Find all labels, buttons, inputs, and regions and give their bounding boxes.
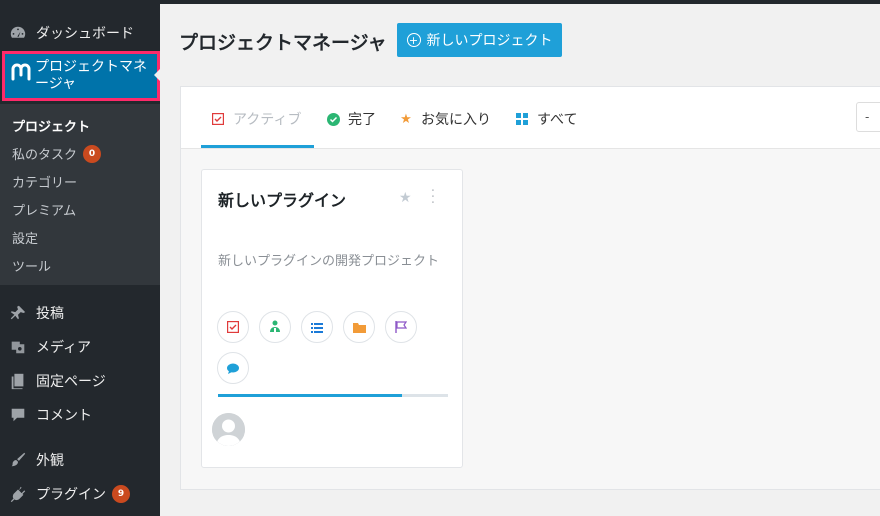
- avatar[interactable]: [212, 413, 245, 446]
- paintbrush-icon: [0, 451, 36, 469]
- admin-sidebar: ダッシュボード プロジェクトマネージャ プロジェクト 私のタスク 0 カテゴリー …: [0, 0, 160, 516]
- task-list-icon: [226, 318, 240, 337]
- project-title[interactable]: 新しいプラグイン: [218, 187, 346, 211]
- page-title: プロジェクトマネージャ: [179, 32, 387, 54]
- tab-active[interactable]: アクティブ: [211, 109, 301, 129]
- grid-icon: [515, 112, 529, 126]
- my-tasks-count-badge: 0: [83, 144, 102, 163]
- submenu-label: 設定: [12, 232, 39, 247]
- list-button[interactable]: [301, 311, 333, 343]
- checkbox-icon: [211, 112, 225, 126]
- project-progress-bar: [218, 394, 448, 397]
- sidebar-item-label: 固定ページ: [36, 374, 106, 390]
- sidebar-item-media[interactable]: メディア: [0, 334, 160, 360]
- discussion-icon: [227, 359, 239, 378]
- submenu-label: ツール: [12, 260, 52, 275]
- submenu-item-categories[interactable]: カテゴリー: [12, 172, 77, 191]
- milestones-button[interactable]: [385, 311, 417, 343]
- submenu-item-my-tasks[interactable]: 私のタスク 0: [12, 144, 102, 163]
- sidebar-item-label: メディア: [36, 340, 92, 356]
- tab-label: すべて: [537, 112, 578, 128]
- pages-icon: [0, 372, 36, 390]
- users-icon: [269, 318, 281, 337]
- submenu-item-premium[interactable]: プレミアム: [12, 200, 76, 219]
- folder-icon: [352, 318, 366, 337]
- discussions-button[interactable]: [217, 352, 249, 384]
- new-project-button-label: 新しいプロジェクト: [426, 33, 553, 49]
- plus-circle-icon: +: [406, 33, 421, 47]
- sidebar-item-label: 外観: [36, 453, 64, 469]
- sidebar-item-label: ダッシュボード: [36, 26, 134, 42]
- submenu-item-projects[interactable]: プロジェクト: [12, 116, 90, 135]
- dashboard-gauge-icon: [0, 24, 36, 42]
- sidebar-item-dashboard[interactable]: ダッシュボード: [0, 20, 160, 46]
- sidebar-item-project-manager[interactable]: プロジェクトマネージャ: [2, 51, 160, 101]
- sidebar-item-appearance[interactable]: 外観: [0, 447, 160, 473]
- submenu-label: 私のタスク: [12, 148, 78, 163]
- star-icon: ★: [400, 111, 412, 127]
- tab-label: 完了: [348, 112, 376, 128]
- users-button[interactable]: [259, 311, 291, 343]
- favourite-star-icon[interactable]: ★: [399, 190, 412, 206]
- tab-label: アクティブ: [233, 112, 302, 128]
- tab-label: お気に入り: [421, 112, 491, 128]
- submenu-item-settings[interactable]: 設定: [12, 228, 38, 247]
- pushpin-icon: [0, 304, 36, 322]
- project-description: 新しいプラグインの開発プロジェクト: [218, 254, 440, 269]
- sidebar-item-pages[interactable]: 固定ページ: [0, 368, 160, 394]
- project-filter-tabs: アクティブ 完了 ★ お気に入り すべて -: [181, 87, 880, 149]
- submenu-item-tools[interactable]: ツール: [12, 256, 51, 275]
- submenu-label: カテゴリー: [12, 176, 78, 191]
- filter-dropdown[interactable]: -: [856, 102, 880, 132]
- project-manager-logo-icon: [9, 60, 33, 84]
- sidebar-item-label: コメント: [36, 408, 92, 424]
- check-circle-icon: [326, 112, 340, 126]
- active-tab-indicator: [201, 145, 314, 148]
- projects-panel: アクティブ 完了 ★ お気に入り すべて - 新しいプラグイン ★ · · · 新し…: [180, 86, 880, 490]
- plugin-plug-icon: [0, 485, 36, 503]
- sidebar-item-plugins[interactable]: プラグイン 9: [0, 481, 160, 507]
- media-icon: [0, 338, 36, 356]
- project-card[interactable]: 新しいプラグイン ★ · · · 新しいプラグインの開発プロジェクト: [201, 169, 463, 468]
- list-icon: [311, 318, 323, 337]
- current-menu-arrow: [154, 69, 160, 81]
- milestone-flag-icon: [395, 318, 408, 337]
- new-project-button[interactable]: + 新しいプロジェクト: [397, 23, 562, 57]
- tab-all[interactable]: すべて: [515, 109, 577, 129]
- task-list-button[interactable]: [217, 311, 249, 343]
- sidebar-item-label: プラグイン: [36, 487, 106, 503]
- plugins-update-count-badge: 9: [112, 485, 130, 503]
- sidebar-item-comments[interactable]: コメント: [0, 402, 160, 428]
- more-options-icon[interactable]: · · ·: [430, 185, 436, 210]
- project-manager-submenu: プロジェクト 私のタスク 0 カテゴリー プレミアム 設定 ツール: [0, 104, 160, 285]
- sidebar-item-label: 投稿: [36, 306, 64, 322]
- progress-fill: [218, 394, 402, 397]
- sidebar-item-label: プロジェクトマネージャ: [35, 59, 147, 92]
- files-button[interactable]: [343, 311, 375, 343]
- comment-bubble-icon: [0, 406, 36, 424]
- sidebar-item-posts[interactable]: 投稿: [0, 300, 160, 326]
- submenu-label: プレミアム: [12, 204, 77, 219]
- tab-favourites[interactable]: ★ お気に入り: [399, 109, 491, 129]
- submenu-label: プロジェクト: [12, 120, 91, 135]
- tab-completed[interactable]: 完了: [326, 109, 376, 129]
